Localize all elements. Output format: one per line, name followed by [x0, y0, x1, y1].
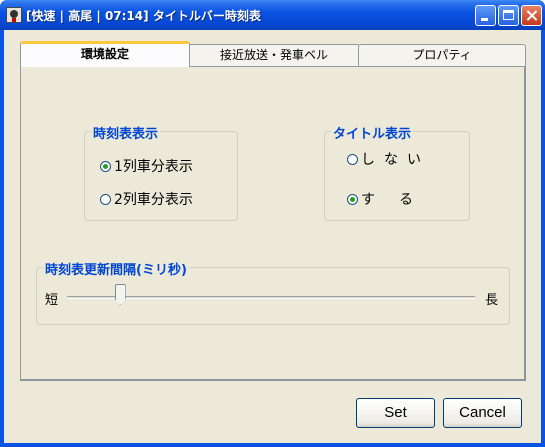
- radio-title-on[interactable]: する: [347, 189, 437, 209]
- app-window: [快速 | 高尾 | 07:14] タイトルバー時刻表 環境設定 接近放送・発車…: [0, 0, 545, 447]
- radio-selected-icon: [100, 160, 111, 172]
- slider-thumb[interactable]: [114, 284, 126, 305]
- maximize-button[interactable]: [498, 5, 519, 26]
- slider-min-label: 短: [45, 293, 59, 308]
- timetable-display-legend: 時刻表表示: [91, 123, 161, 142]
- radio-two-trains-label: 2列車分表示: [114, 192, 193, 208]
- tab-panel: 時刻表表示 1列車分表示 2列車分表示 タイトル表示 しない する 時刻表更新間…: [20, 66, 526, 381]
- title-display-group: タイトル表示 しない する: [324, 123, 470, 221]
- update-interval-group: 時刻表更新間隔(ミリ秒) 短 長: [36, 259, 510, 325]
- minimize-button[interactable]: [475, 5, 496, 26]
- title-bar[interactable]: [快速 | 高尾 | 07:14] タイトルバー時刻表: [0, 0, 545, 30]
- radio-unselected-icon: [100, 193, 111, 205]
- update-interval-legend: 時刻表更新間隔(ミリ秒): [43, 259, 189, 278]
- timetable-display-group: 時刻表表示 1列車分表示 2列車分表示: [84, 123, 238, 221]
- close-button[interactable]: [521, 5, 542, 26]
- window-title: [快速 | 高尾 | 07:14] タイトルバー時刻表: [26, 9, 261, 23]
- tab-environment-settings[interactable]: 環境設定: [20, 41, 190, 67]
- radio-one-train-label: 1列車分表示: [114, 159, 193, 175]
- cancel-button[interactable]: Cancel: [443, 398, 522, 428]
- set-button[interactable]: Set: [356, 398, 435, 428]
- tab-approach-broadcast[interactable]: 接近放送・発車ベル: [188, 44, 360, 66]
- radio-unselected-icon: [347, 153, 358, 165]
- radio-title-on-label: する: [361, 192, 437, 208]
- app-icon[interactable]: [6, 7, 22, 23]
- tab-properties[interactable]: プロパティ: [358, 44, 526, 66]
- radio-two-trains[interactable]: 2列車分表示: [100, 189, 193, 209]
- slider-track[interactable]: [67, 296, 475, 299]
- title-display-legend: タイトル表示: [331, 123, 414, 142]
- radio-title-off-label: しない: [361, 152, 430, 168]
- dialog-body: 環境設定 接近放送・発車ベル プロパティ 時刻表表示 1列車分表示 2列車分表示…: [4, 30, 541, 443]
- radio-selected-icon: [347, 193, 358, 205]
- radio-title-off[interactable]: しない: [347, 149, 430, 169]
- slider-max-label: 長: [485, 293, 499, 308]
- radio-one-train[interactable]: 1列車分表示: [100, 156, 193, 176]
